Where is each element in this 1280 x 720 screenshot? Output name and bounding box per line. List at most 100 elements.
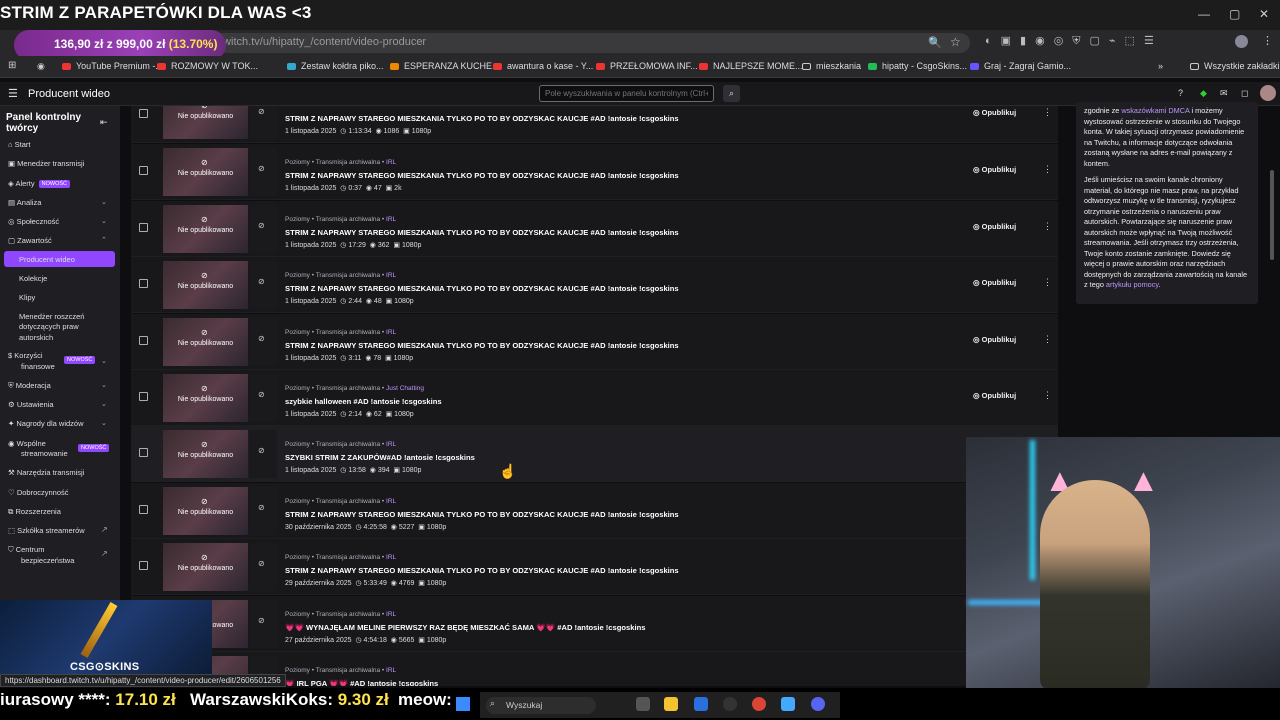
video-title[interactable]: STRIM Z NAPRAWY STAREGO MIESZKANIA TYLKO… [285,510,679,519]
dashboard-search-input[interactable] [539,85,714,102]
sidebar-item-alerts[interactable]: ◈ Alerty NOWOŚĆ [8,179,70,189]
collapse-sidebar-icon[interactable]: ⇤ [100,117,108,128]
search-icon[interactable]: 🔍 [928,36,942,49]
select-checkbox[interactable] [139,223,148,232]
video-row[interactable]: ⊘ Nie opublikowano ⊘ Poziomy • Transmisja a… [131,426,1058,482]
visibility-off-icon[interactable]: ⊘ [258,334,265,343]
video-title[interactable]: 💗💗 WYNAJĘŁAM MELINE PIERWSZY RAZ BĘDĘ MI… [285,623,645,632]
bookmark-item[interactable]: ROZMOWY W TOK... [157,61,258,71]
task-view-icon[interactable] [636,697,650,711]
video-row[interactable]: ⊘ Nie opublikowano ⊘ Poziomy • Transmisja a… [131,257,1058,313]
sidebar-item-viewer-rewards[interactable]: ✦ Nagrody dla widzów [8,419,84,428]
select-checkbox[interactable] [139,109,148,118]
visibility-off-icon[interactable]: ⊘ [258,277,265,286]
sidebar-item-charity[interactable]: ♡ Dobroczynność [8,488,69,497]
sidebar-item-analytics[interactable]: ▤ Analiza [8,198,41,207]
video-title[interactable]: SZYBKI STRIM Z ZAKUPÓW#AD !antosie !csgo… [285,453,475,462]
visibility-off-icon[interactable]: ⊘ [258,390,265,399]
sidebar-item-claims[interactable]: Menedżer roszczeń [19,312,84,321]
bookmark-item[interactable]: Zestaw kołdra piko... [287,61,384,71]
store-icon[interactable] [694,697,708,711]
more-options-icon[interactable]: ⋮ [1043,107,1052,118]
video-row[interactable]: ⊘ Nie opublikowano ⊘ STRIM Z NAPRAWY STAREG… [131,106,1058,143]
select-checkbox[interactable] [139,505,148,514]
bits-icon[interactable]: ◆ [1200,88,1207,99]
visibility-off-icon[interactable]: ⊘ [258,221,265,230]
video-title[interactable]: 💗 IRL PGA 💗💗 #AD !antosie !csgoskins [285,679,438,686]
select-checkbox[interactable] [139,166,148,175]
search-button[interactable]: ⌕ [723,85,740,102]
video-title[interactable]: STRIM Z NAPRAWY STAREGO MIESZKANIA TYLKO… [285,566,679,575]
sidebar-item-settings[interactable]: ⚙ Ustawienia [8,400,54,409]
video-row[interactable]: ⊘ Nie opublikowano ⊘ Poziomy • Transmisja a… [131,539,1058,595]
bookmark-item[interactable]: ESPERANZA KUCHE... [390,61,500,71]
sidebar-item-extensions[interactable]: ⧉ Rozszerzenia [8,507,61,517]
more-options-icon[interactable]: ⋮ [1043,221,1052,232]
sidebar-item-collections[interactable]: Kolekcje [19,274,47,283]
sidebar-item-community[interactable]: ◎ Społeczność [8,217,59,226]
select-checkbox[interactable] [139,392,148,401]
video-row[interactable]: ⊘ Nie opublikowano ⊘ Poziomy • Transmisja a… [131,370,1058,426]
visibility-off-icon[interactable]: ⊘ [258,503,265,512]
chevron-down-icon[interactable]: ⌄ [101,357,107,365]
external-link-icon[interactable]: ↗ [101,549,108,558]
taskbar-search[interactable]: Wyszukaj [486,697,596,714]
publish-button[interactable]: ◎ Opublikuj [973,222,1016,231]
more-options-icon[interactable]: ⋮ [1043,277,1052,288]
sidebar-item-stream-manager[interactable]: ▣ Menedżer transmisji [8,159,84,168]
sidebar-item-clips[interactable]: Klipy [19,293,35,302]
bookmark-item[interactable]: YouTube Premium -... [62,61,163,71]
dmca-link[interactable]: wskazówkami DMCA [1121,106,1189,115]
visibility-off-icon[interactable]: ⊘ [258,559,265,568]
select-checkbox[interactable] [139,279,148,288]
globe-icon[interactable]: ◉ [37,61,45,72]
start-icon[interactable] [456,697,470,711]
publish-button[interactable]: ◎ Opublikuj [973,335,1016,344]
visibility-off-icon[interactable]: ⊘ [258,446,265,455]
sidebar-item-video-producer[interactable]: Producent wideo [4,251,115,267]
bookmarks-overflow-icon[interactable]: » [1158,61,1163,71]
star-icon[interactable]: ☆ [950,35,961,49]
scrollbar[interactable] [1270,170,1274,260]
close-icon[interactable]: ✕ [1259,7,1269,21]
user-avatar[interactable] [1260,85,1276,101]
chevron-down-icon[interactable]: ⌄ [101,419,107,427]
chevron-down-icon[interactable]: ⌄ [101,217,107,225]
sidebar-item-claims-line3[interactable]: autorskich [19,333,53,342]
chevron-down-icon[interactable]: ⌄ [101,381,107,389]
sidebar-item-start[interactable]: ⌂ Start [8,140,30,149]
video-title[interactable]: STRIM Z NAPRAWY STAREGO MIESZKANIA TYLKO… [285,341,679,350]
minimize-icon[interactable]: — [1198,7,1210,21]
sidebar-item-monetization-line2[interactable]: finansowe [21,362,55,371]
video-title[interactable]: STRIM Z NAPRAWY STAREGO MIESZKANIA TYLKO… [285,228,679,237]
sidebar-item-collab[interactable]: ◉ Wspólne [8,439,46,448]
chevron-up-icon[interactable]: ⌃ [101,236,107,244]
chevron-down-icon[interactable]: ⌄ [101,198,107,206]
sidebar-item-monetization[interactable]: $ Korzyści [8,351,43,360]
video-row[interactable]: ⊘ Nie opublikowano ⊘ Poziomy • Transmisja a… [131,483,1058,539]
more-options-icon[interactable]: ⋮ [1043,164,1052,175]
video-title[interactable]: STRIM Z NAPRAWY STAREGO MIESZKANIA TYLKO… [285,171,679,180]
publish-button[interactable]: ◎ Opublikuj [973,165,1016,174]
bookmark-item[interactable]: hipatty - CsgoSkins... [868,61,967,71]
bookmark-item[interactable]: PRZEŁOMOWA INF... [596,61,698,71]
notifications-icon[interactable]: ◻ [1241,88,1248,99]
hamburger-icon[interactable]: ☰ [8,87,18,100]
bookmark-item[interactable]: NAJLEPSZE MOME... [699,61,803,71]
video-row[interactable]: ⊘ Nie opublikowano ⊘ Poziomy • Transmisja a… [131,314,1058,370]
maximize-icon[interactable]: ▢ [1229,7,1240,21]
visibility-off-icon[interactable]: ⊘ [258,107,265,116]
video-thumbnail[interactable] [163,106,248,139]
bookmark-item[interactable]: awantura o kase - Y... [493,61,593,71]
sidebar-item-tools[interactable]: ⚒ Narzędzia transmisji [8,468,84,477]
video-title[interactable]: STRIM Z NAPRAWY STAREGO MIESZKANIA TYLKO… [285,114,679,123]
external-link-icon[interactable]: ↗ [101,525,108,534]
select-checkbox[interactable] [139,336,148,345]
publish-button[interactable]: ◎ Opublikuj [973,278,1016,287]
more-options-icon[interactable]: ⋮ [1043,334,1052,345]
select-checkbox[interactable] [139,561,148,570]
publish-button[interactable]: ◎ Opublikuj [973,391,1016,400]
profile-avatar[interactable] [1235,35,1248,48]
sidebar-item-safety-line2[interactable]: bezpieczeństwa [21,556,74,565]
extension-icons[interactable]: ◐▣▮◉◎⛨▢⌁⬚☰ [985,34,1163,48]
